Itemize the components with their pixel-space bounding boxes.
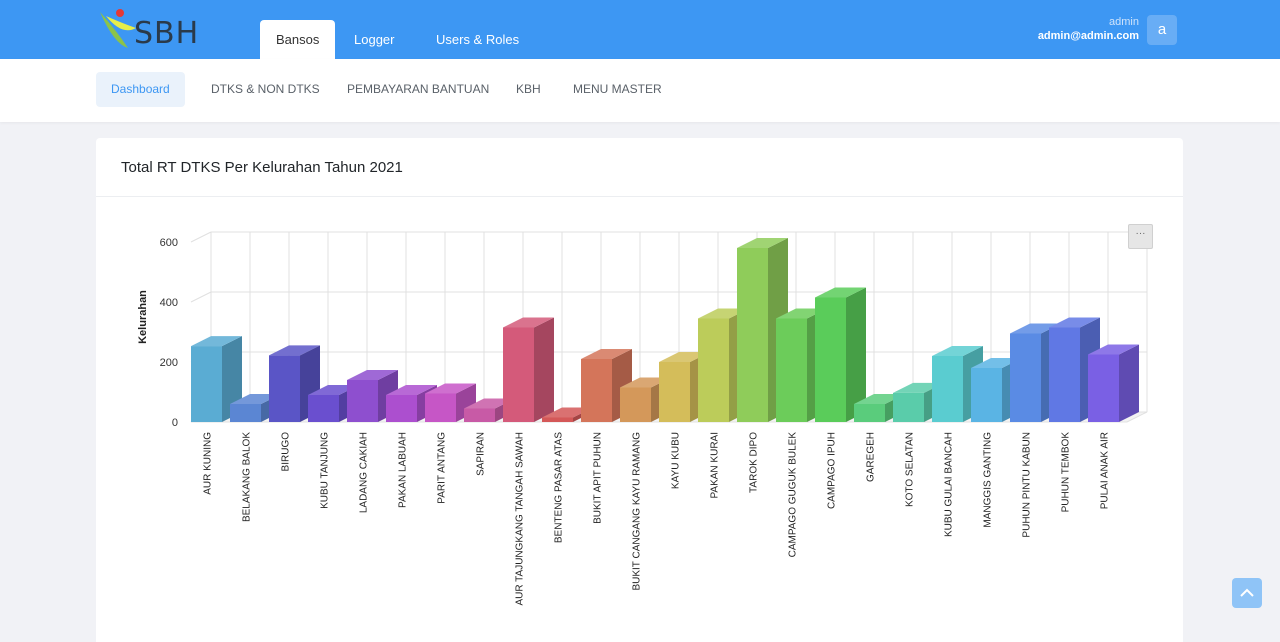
x-tick-label-6: PARIT ANTANG (437, 432, 448, 504)
chart-menu-button[interactable]: ··· (1128, 224, 1153, 249)
bar-14 (737, 248, 768, 422)
x-tick-label-18: KOTO SELATAN (905, 432, 916, 507)
bar-17 (854, 404, 885, 422)
x-tick-label-3: KUBU TANJUNG (320, 432, 331, 509)
x-tick-label-0: AUR KUNING (203, 432, 214, 495)
nav-dtks-non-dtks[interactable]: DTKS & NON DTKS (196, 72, 335, 107)
y-tick-label-0: 0 (172, 417, 178, 429)
bar-22 (1049, 327, 1080, 422)
x-tick-label-16: CAMPAGO IPUH (827, 432, 838, 509)
x-tick-label-5: PAKAN LABUAH (398, 432, 409, 508)
bar-15 (776, 318, 807, 422)
nav-dashboard[interactable]: Dashboard (96, 72, 185, 107)
bar-4 (347, 380, 378, 422)
x-tick-label-17: GAREGEH (866, 432, 877, 482)
bar-chart: 0 200 400 600 Kelurahan AUR KUNING BELAKANG BA… (137, 231, 1148, 606)
y-tick-label-3: 600 (160, 237, 178, 249)
nav-kbh[interactable]: KBH (501, 72, 556, 107)
avatar[interactable]: a (1147, 15, 1177, 45)
tab-users-roles[interactable]: Users & Roles (420, 20, 535, 59)
bar-6 (425, 393, 456, 422)
user-email: admin@admin.com (1037, 30, 1139, 42)
y-tick-label-2: 400 (160, 297, 178, 309)
bar-9 (542, 417, 573, 422)
x-tick-label-14: TAROK DIPO (749, 432, 760, 493)
bar-21 (1010, 333, 1041, 422)
x-tick-label-12: KAYU KUBU (671, 432, 682, 489)
x-tick-label-20: MANGGIS GANTING (983, 432, 994, 528)
x-tick-label-1: BELAKANG BALOK (242, 432, 253, 522)
y-tick-label-1: 200 (160, 357, 178, 369)
x-tick-label-21: PUHUN PINTU KABUN (1022, 432, 1033, 538)
grid-line-side-3 (190, 231, 212, 243)
bar-12 (659, 362, 690, 422)
bar-5 (386, 395, 417, 422)
x-tick-label-23: PULAI ANAK AIR (1100, 432, 1111, 509)
sub-navbar: Dashboard DTKS & NON DTKS PEMBAYARAN BAN… (0, 59, 1280, 122)
chart-menu-label: ··· (1135, 228, 1146, 239)
x-tick-label-4: LADANG CAKIAH (359, 432, 370, 513)
bar-0 (191, 346, 222, 422)
logo-figure-icon (100, 9, 136, 48)
bar-side-8 (534, 317, 554, 422)
scroll-top-button[interactable] (1232, 578, 1262, 608)
user-name: admin (1109, 16, 1139, 28)
grid-line-side-2 (190, 291, 212, 303)
x-tick-label-8: AUR TAJUNGKANG TANGAH SAWAH (515, 432, 526, 606)
x-tick-label-22: PUHUN TEMBOK (1061, 432, 1072, 513)
bar-23 (1088, 354, 1119, 422)
x-tick-label-7: SAPIRAN (476, 432, 487, 476)
bar-3 (308, 395, 339, 422)
top-navbar: SBH Bansos Logger Users & Roles admin ad… (0, 0, 1280, 59)
bar-10 (581, 359, 612, 422)
x-tick-label-11: BUKIT CANGANG KAYU RAMANG (632, 432, 643, 591)
x-tick-label-13: PAKAN KURAI (710, 432, 721, 499)
chevron-up-icon (1240, 588, 1254, 597)
x-tick-label-15: CAMPAGO GUGUK BULEK (788, 432, 799, 558)
bar-8 (503, 327, 534, 422)
nav-menu-master[interactable]: MENU MASTER (558, 72, 677, 107)
x-tick-label-19: KUBU GULAI BANCAH (944, 432, 955, 537)
nav-pembayaran-bantuan[interactable]: PEMBAYARAN BANTUAN (332, 72, 504, 107)
logo-text: SBH (134, 16, 200, 51)
x-tick-label-2: BIRUGO (281, 432, 292, 472)
bar-7 (464, 408, 495, 422)
bar-side-23 (1119, 344, 1139, 422)
chart-card: Total RT DTKS Per Kelurahan Tahun 2021 0… (96, 138, 1183, 642)
sbh-logo[interactable]: SBH (98, 6, 208, 54)
bar-2 (269, 355, 300, 422)
y-axis-title: Kelurahan (137, 290, 149, 344)
bar-11 (620, 387, 651, 422)
bar-19 (932, 356, 963, 422)
x-tick-label-9: BENTENG PASAR ATAS (554, 432, 565, 543)
bar-13 (698, 318, 729, 422)
tab-bansos[interactable]: Bansos (260, 20, 336, 59)
bar-18 (893, 392, 924, 422)
bar-20 (971, 368, 1002, 422)
bar-1 (230, 404, 261, 422)
tab-logger[interactable]: Logger (338, 20, 410, 59)
x-tick-label-10: BUKIT APIT PUHUN (593, 432, 604, 524)
bar-16 (815, 297, 846, 422)
